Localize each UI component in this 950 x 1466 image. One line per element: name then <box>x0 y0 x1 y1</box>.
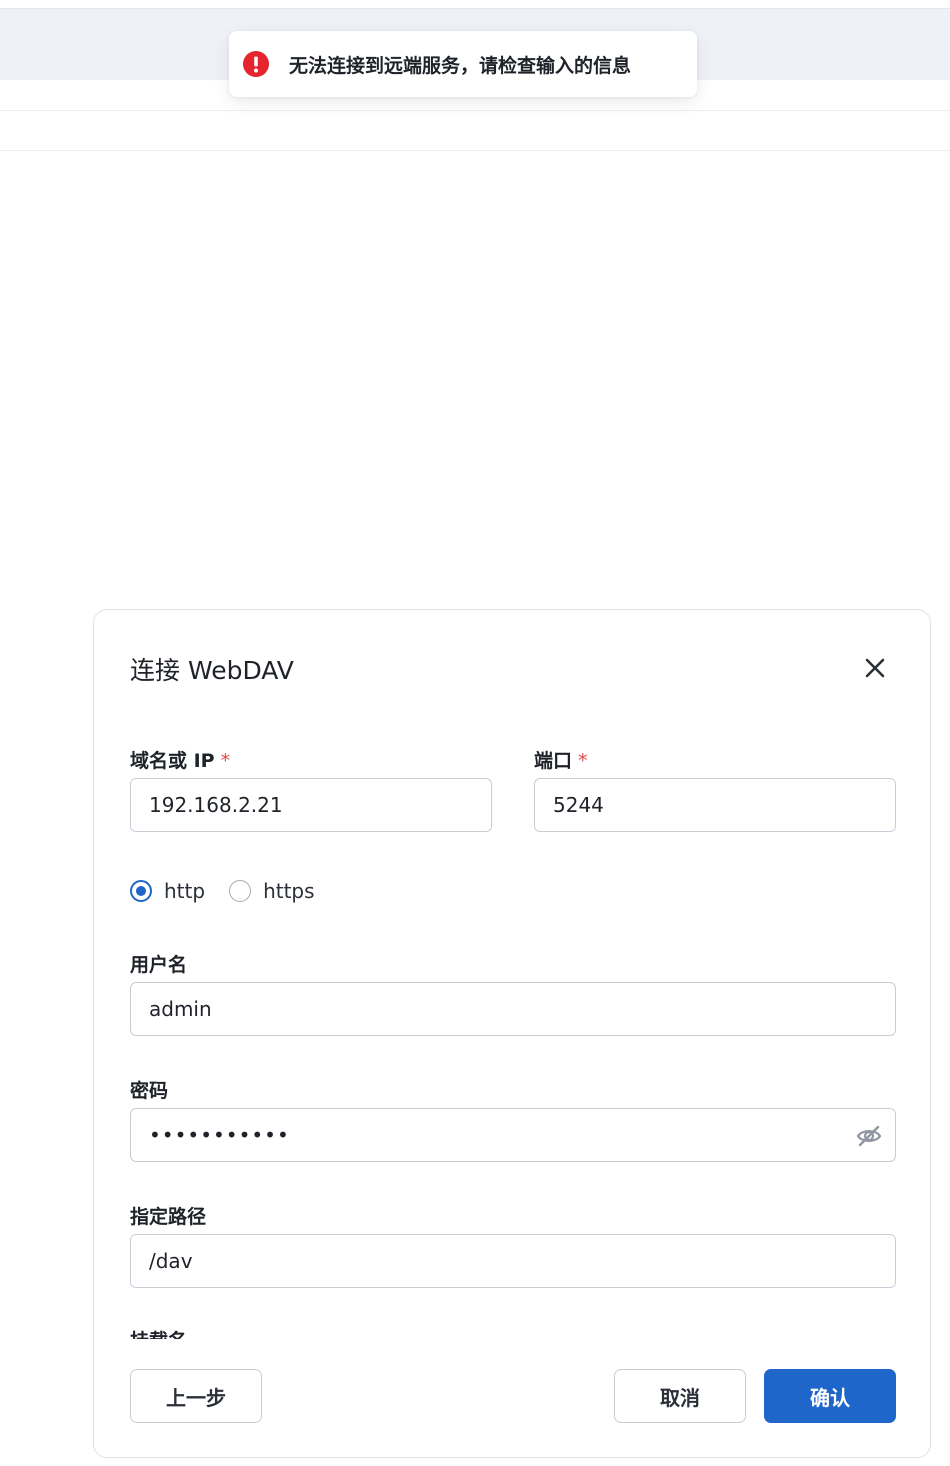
radio-https[interactable] <box>229 880 252 902</box>
cancel-button[interactable]: 取消 <box>614 1369 746 1423</box>
background-divider <box>0 150 950 151</box>
username-input[interactable] <box>131 983 895 1035</box>
username-field[interactable] <box>130 982 896 1036</box>
error-circle-icon <box>242 50 270 78</box>
host-field[interactable] <box>130 778 492 832</box>
path-field[interactable] <box>130 1234 896 1288</box>
host-input[interactable] <box>131 779 491 831</box>
required-mark: * <box>220 750 231 772</box>
port-input[interactable] <box>535 779 895 831</box>
password-label: 密码 <box>130 1080 169 1102</box>
confirm-button[interactable]: 确认 <box>764 1369 896 1423</box>
close-button[interactable] <box>858 651 892 685</box>
toast-message: 无法连接到远端服务，请检查输入的信息 <box>289 54 632 77</box>
required-mark: * <box>578 750 588 772</box>
password-field[interactable] <box>130 1108 896 1162</box>
dialog-title: 连接 WebDAV <box>130 656 294 685</box>
back-button[interactable]: 上一步 <box>130 1369 262 1423</box>
radio-http-label[interactable]: http <box>164 879 205 903</box>
radio-https-label[interactable]: https <box>263 879 314 903</box>
radio-http[interactable] <box>130 880 152 902</box>
close-icon <box>865 658 885 678</box>
error-toast: 无法连接到远端服务，请检查输入的信息 <box>229 31 697 97</box>
password-input[interactable] <box>131 1109 895 1161</box>
background-divider <box>0 110 950 111</box>
port-label: 端口 * <box>534 750 588 772</box>
username-label: 用户名 <box>130 954 188 976</box>
protocol-radio-group: http https <box>130 876 339 906</box>
mount-name-label: 挂载名 <box>130 1326 187 1339</box>
host-label: 域名或 IP * <box>130 750 231 772</box>
connect-webdav-dialog: 连接 WebDAV 域名或 IP* 端口* http https 用户名 密码 <box>93 609 931 1458</box>
eye-off-icon[interactable] <box>855 1122 883 1150</box>
port-field[interactable] <box>534 778 896 832</box>
path-input[interactable] <box>131 1235 895 1287</box>
path-label: 指定路径 <box>130 1206 207 1228</box>
